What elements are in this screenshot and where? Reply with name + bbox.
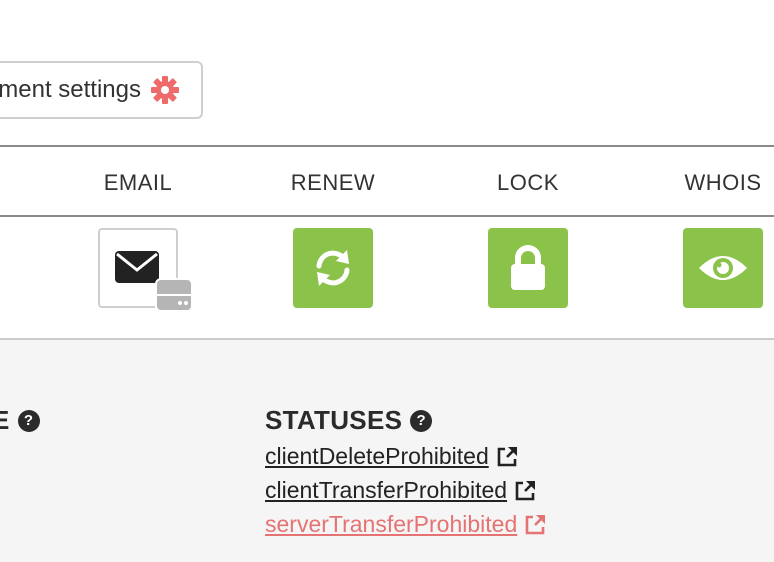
whois-action-button[interactable] [683, 228, 763, 308]
column-header-renew: RENEW [290, 170, 376, 195]
server-icon [155, 278, 193, 312]
table-top-divider [0, 145, 774, 147]
status-label: clientTransferProhibited [265, 477, 508, 503]
left-section-title-text: E [0, 405, 10, 435]
renew-action-button[interactable] [293, 228, 373, 308]
status-link-client-transfer-prohibited[interactable]: clientTransferProhibited [265, 477, 537, 504]
external-link-icon [515, 480, 536, 500]
status-label: clientDeleteProhibited [265, 443, 489, 469]
statuses-title-text: STATUSES [265, 405, 403, 435]
help-icon[interactable]: ? [17, 409, 40, 432]
header-divider [0, 215, 774, 217]
help-icon[interactable]: ? [410, 409, 433, 432]
management-settings-button[interactable]: ment settings [0, 61, 203, 119]
statuses-title: STATUSES ? [265, 405, 433, 436]
lock-icon [511, 245, 545, 290]
management-settings-label: ment settings [0, 76, 141, 103]
gear-icon [151, 76, 179, 104]
status-link-server-transfer-prohibited[interactable]: serverTransferProhibited [265, 511, 547, 538]
external-link-icon [497, 446, 517, 466]
status-link-client-delete-prohibited[interactable]: clientDeleteProhibited [265, 443, 519, 470]
eye-icon [699, 256, 747, 280]
lock-action-button[interactable] [488, 228, 568, 308]
left-section-title: E ? [0, 405, 40, 436]
external-link-icon [525, 514, 546, 534]
status-label: serverTransferProhibited [265, 511, 518, 537]
column-header-lock: LOCK [497, 170, 559, 195]
column-header-email: EMAIL [103, 170, 173, 195]
email-action-button[interactable] [98, 228, 193, 312]
refresh-icon [316, 250, 350, 286]
column-header-whois: WHOIS [684, 170, 762, 195]
